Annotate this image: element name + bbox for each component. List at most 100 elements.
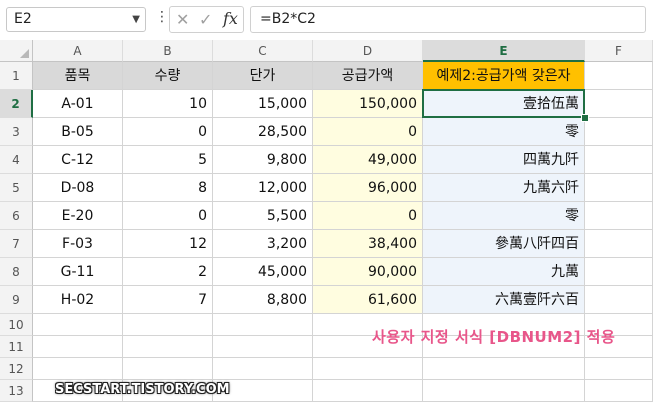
table-cell-a[interactable]: D-08	[33, 174, 123, 202]
empty-cell[interactable]	[423, 380, 585, 402]
table-cell-d[interactable]: 150,000	[313, 90, 423, 118]
empty-cell[interactable]	[213, 358, 313, 380]
row-header-5[interactable]: 5	[0, 174, 33, 202]
empty-cell[interactable]	[585, 146, 653, 174]
check-icon[interactable]: ✓	[199, 10, 212, 29]
empty-cell[interactable]	[585, 358, 653, 380]
formula-bar: E2 ▼ ⋮ ✕ ✓ fx =B2*C2	[0, 0, 653, 40]
table-cell-c[interactable]: 12,000	[213, 174, 313, 202]
empty-cell[interactable]	[423, 358, 585, 380]
table-cell-c[interactable]: 9,800	[213, 146, 313, 174]
empty-cell[interactable]	[585, 230, 653, 258]
row-header-11[interactable]: 11	[0, 336, 33, 358]
header-cell-e[interactable]: 예제2:공급가액 갖은자	[423, 62, 585, 90]
annotation-text: 사용자 지정 서식 [DBNUM2] 적용	[372, 328, 616, 346]
empty-cell[interactable]	[313, 380, 423, 402]
table-cell-b[interactable]: 2	[123, 258, 213, 286]
empty-cell[interactable]	[33, 314, 123, 336]
column-header-b[interactable]: B	[123, 40, 213, 62]
fill-handle[interactable]	[581, 114, 589, 122]
table-cell-a[interactable]: G-11	[33, 258, 123, 286]
table-cell-a[interactable]: A-01	[33, 90, 123, 118]
table-cell-e[interactable]: 九萬	[423, 258, 585, 286]
chevron-down-icon[interactable]: ▼	[132, 8, 140, 31]
formula-input[interactable]: =B2*C2	[250, 6, 646, 33]
more-options-icon[interactable]: ⋮	[155, 9, 169, 25]
empty-cell[interactable]	[213, 314, 313, 336]
select-all-button[interactable]	[0, 40, 33, 62]
table-cell-d[interactable]: 61,600	[313, 286, 423, 314]
table-cell-b[interactable]: 0	[123, 118, 213, 146]
table-cell-d[interactable]: 90,000	[313, 258, 423, 286]
empty-cell[interactable]	[585, 174, 653, 202]
empty-cell[interactable]	[585, 62, 653, 90]
table-cell-b[interactable]: 0	[123, 202, 213, 230]
table-cell-d[interactable]: 96,000	[313, 174, 423, 202]
table-cell-b[interactable]: 10	[123, 90, 213, 118]
table-cell-d[interactable]: 49,000	[313, 146, 423, 174]
table-cell-d[interactable]: 0	[313, 118, 423, 146]
empty-cell[interactable]	[313, 358, 423, 380]
table-cell-c[interactable]: 8,800	[213, 286, 313, 314]
row-header-3[interactable]: 3	[0, 118, 33, 146]
row-header-6[interactable]: 6	[0, 202, 33, 230]
table-cell-b[interactable]: 5	[123, 146, 213, 174]
table-cell-e[interactable]: 壹拾伍萬	[423, 90, 585, 118]
header-cell-c[interactable]: 단가	[213, 62, 313, 90]
table-cell-a[interactable]: B-05	[33, 118, 123, 146]
row-header-10[interactable]: 10	[0, 314, 33, 336]
empty-cell[interactable]	[33, 336, 123, 358]
empty-cell[interactable]	[585, 380, 653, 402]
table-cell-c[interactable]: 15,000	[213, 90, 313, 118]
row-header-7[interactable]: 7	[0, 230, 33, 258]
empty-cell[interactable]	[33, 358, 123, 380]
table-cell-a[interactable]: H-02	[33, 286, 123, 314]
column-header-e[interactable]: E	[423, 40, 585, 62]
row-header-9[interactable]: 9	[0, 286, 33, 314]
table-cell-b[interactable]: 12	[123, 230, 213, 258]
column-header-c[interactable]: C	[213, 40, 313, 62]
row-header-2[interactable]: 2	[0, 90, 33, 118]
table-cell-a[interactable]: E-20	[33, 202, 123, 230]
table-cell-e[interactable]: 參萬八阡四百	[423, 230, 585, 258]
table-cell-d[interactable]: 0	[313, 202, 423, 230]
table-cell-e[interactable]: 零	[423, 202, 585, 230]
header-cell-b[interactable]: 수량	[123, 62, 213, 90]
empty-cell[interactable]	[213, 336, 313, 358]
empty-cell[interactable]	[585, 118, 653, 146]
table-cell-a[interactable]: F-03	[33, 230, 123, 258]
table-cell-c[interactable]: 5,500	[213, 202, 313, 230]
row-header-4[interactable]: 4	[0, 146, 33, 174]
table-cell-e[interactable]: 九萬六阡	[423, 174, 585, 202]
table-cell-b[interactable]: 7	[123, 286, 213, 314]
row-header-12[interactable]: 12	[0, 358, 33, 380]
header-cell-a[interactable]: 품목	[33, 62, 123, 90]
table-cell-d[interactable]: 38,400	[313, 230, 423, 258]
column-header-a[interactable]: A	[33, 40, 123, 62]
empty-cell[interactable]	[585, 90, 653, 118]
watermark: SECSTART.TISTORY.COM	[55, 382, 230, 397]
row-header-13[interactable]: 13	[0, 380, 33, 402]
table-cell-c[interactable]: 3,200	[213, 230, 313, 258]
column-header-f[interactable]: F	[585, 40, 653, 62]
table-cell-e[interactable]: 零	[423, 118, 585, 146]
table-cell-a[interactable]: C-12	[33, 146, 123, 174]
insert-function-icon[interactable]: fx	[223, 9, 238, 28]
table-cell-b[interactable]: 8	[123, 174, 213, 202]
row-header-8[interactable]: 8	[0, 258, 33, 286]
empty-cell[interactable]	[585, 286, 653, 314]
empty-cell[interactable]	[585, 202, 653, 230]
empty-cell[interactable]	[123, 314, 213, 336]
table-cell-e[interactable]: 六萬壹阡六百	[423, 286, 585, 314]
name-box[interactable]: E2 ▼	[6, 7, 146, 32]
header-cell-d[interactable]: 공급가액	[313, 62, 423, 90]
column-header-d[interactable]: D	[313, 40, 423, 62]
table-cell-c[interactable]: 28,500	[213, 118, 313, 146]
empty-cell[interactable]	[123, 336, 213, 358]
cancel-icon[interactable]: ✕	[176, 10, 189, 29]
empty-cell[interactable]	[123, 358, 213, 380]
empty-cell[interactable]	[585, 258, 653, 286]
table-cell-c[interactable]: 45,000	[213, 258, 313, 286]
row-header-1[interactable]: 1	[0, 62, 33, 90]
table-cell-e[interactable]: 四萬九阡	[423, 146, 585, 174]
